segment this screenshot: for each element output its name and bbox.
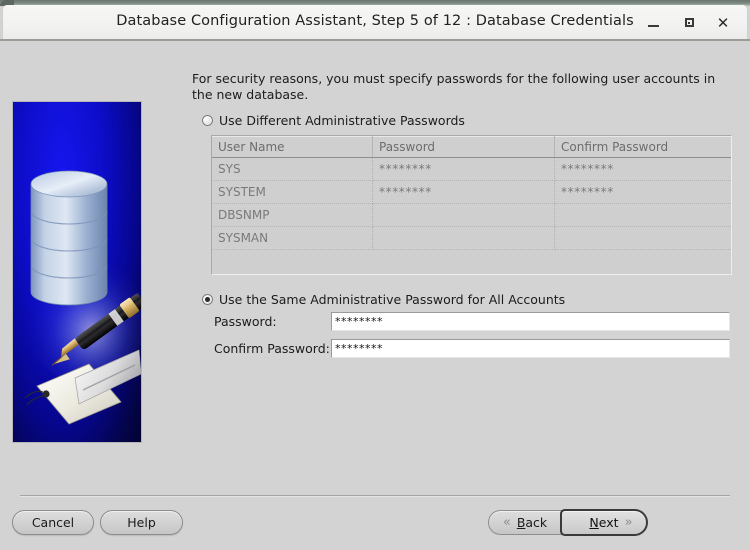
radio-same-label: Use the Same Administrative Password for… (219, 292, 565, 307)
next-mnemonic: N (589, 515, 598, 530)
maximize-button[interactable] (679, 14, 699, 32)
radio-use-same-password[interactable]: Use the Same Administrative Password for… (202, 292, 565, 307)
help-button-label: Help (127, 515, 156, 530)
cell-password[interactable]: ******** (373, 181, 555, 204)
cancel-button[interactable]: Cancel (12, 510, 94, 535)
close-button[interactable]: ✕ (713, 14, 733, 32)
radio-use-different-passwords[interactable]: Use Different Administrative Passwords (202, 113, 465, 128)
cell-confirm-password[interactable] (555, 204, 732, 227)
help-button[interactable]: Help (100, 510, 183, 535)
credentials-table-pane[interactable]: User Name Password Confirm Password SYS … (211, 135, 732, 275)
back-button-label: Back (517, 515, 547, 530)
instruction-text: For security reasons, you must specify p… (192, 71, 737, 103)
banner-image (13, 102, 141, 442)
cell-confirm-password[interactable] (555, 227, 732, 250)
next-button[interactable]: « Next » (560, 509, 648, 536)
radio-different-label: Use Different Administrative Passwords (219, 113, 465, 128)
radio-same-indicator[interactable] (202, 294, 213, 305)
window-title: Database Configuration Assistant, Step 5… (3, 13, 747, 29)
minimize-button[interactable] (643, 14, 663, 32)
column-header-password[interactable]: Password (373, 137, 555, 158)
cell-user-name[interactable]: SYSMAN (212, 227, 373, 250)
password-field-row: Password: ******** (214, 312, 730, 331)
cell-password[interactable] (373, 204, 555, 227)
confirm-password-label: Confirm Password: (214, 341, 331, 356)
table-row[interactable]: SYS ******** ******** (212, 158, 731, 181)
radio-different-indicator[interactable] (202, 115, 213, 126)
confirm-password-field-row: Confirm Password: ******** (214, 339, 730, 358)
title-bar[interactable]: Database Configuration Assistant, Step 5… (2, 5, 748, 39)
cancel-button-label: Cancel (32, 515, 74, 530)
maximize-icon (685, 18, 694, 27)
dialog-window: Database Configuration Assistant, Step 5… (0, 0, 750, 550)
close-icon: ✕ (713, 14, 733, 32)
next-rest: ext (599, 515, 619, 530)
confirm-password-input[interactable]: ******** (331, 339, 730, 358)
column-header-user-name[interactable]: User Name (212, 137, 373, 158)
cell-user-name[interactable]: SYSTEM (212, 181, 373, 204)
chevron-right-icon: » (625, 515, 633, 530)
cell-password[interactable] (373, 227, 555, 250)
column-header-confirm-password[interactable]: Confirm Password (555, 137, 732, 158)
navigation-button-group: « Back » « Next » (488, 510, 646, 535)
cell-user-name[interactable]: DBSNMP (212, 204, 373, 227)
cell-confirm-password[interactable]: ******** (555, 181, 732, 204)
table-row[interactable]: DBSNMP (212, 204, 731, 227)
table-row[interactable]: SYSTEM ******** ******** (212, 181, 731, 204)
credentials-table: User Name Password Confirm Password SYS … (212, 136, 731, 250)
cell-password[interactable]: ******** (373, 158, 555, 181)
minimize-icon (648, 25, 659, 27)
cell-user-name[interactable]: SYS (212, 158, 373, 181)
table-row[interactable]: SYSMAN (212, 227, 731, 250)
table-header-row: User Name Password Confirm Password (212, 137, 731, 158)
back-rest: ack (525, 515, 547, 530)
password-input[interactable]: ******** (331, 312, 730, 331)
cell-confirm-password[interactable]: ******** (555, 158, 732, 181)
next-button-label: Next (589, 515, 618, 530)
database-credentials-artwork (13, 102, 141, 442)
chevron-left-icon: « (503, 515, 511, 530)
banner-frame (12, 101, 142, 443)
footer-divider (20, 495, 730, 497)
dialog-content: For security reasons, you must specify p… (0, 41, 750, 550)
password-label: Password: (214, 314, 331, 329)
